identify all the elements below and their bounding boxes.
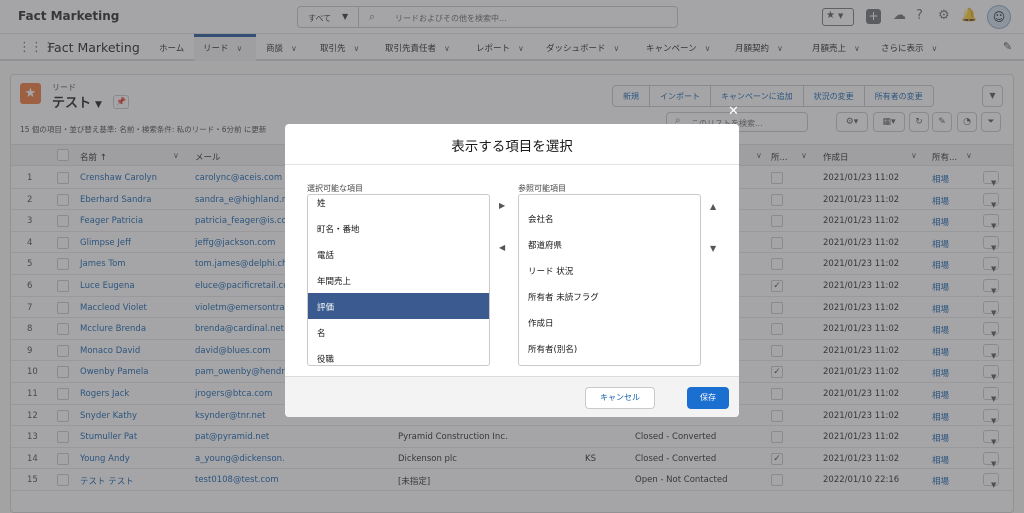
move-down-button[interactable]: ▼ [710, 244, 716, 253]
visible-option[interactable]: 所有者(別名) [519, 335, 700, 361]
move-left-button[interactable]: ◀ [499, 243, 505, 252]
move-right-button[interactable]: ▶ [499, 201, 505, 210]
visible-option[interactable]: 都道府県 [519, 231, 700, 257]
modal-header: 表示する項目を選択 [285, 124, 739, 165]
modal-title: 表示する項目を選択 [451, 139, 573, 155]
close-icon[interactable]: ✕ [728, 104, 739, 119]
save-button[interactable]: 保存 [687, 387, 729, 409]
available-option[interactable]: 町名・番地 [308, 215, 489, 241]
visible-fields-list[interactable]: 会社名 都道府県 リード 状況 所有者 未読フラグ 作成日 所有者(別名) [518, 194, 701, 366]
modal-footer [285, 376, 739, 417]
available-fields-label: 選択可能な項目 [307, 184, 363, 193]
column-picker-modal: 表示する項目を選択 選択可能な項目 姓 町名・番地 電話 年間売上 評価 名 役… [285, 124, 739, 417]
available-option[interactable]: 役職 [308, 345, 489, 365]
available-option[interactable]: 姓 [308, 195, 489, 215]
visible-option[interactable]: 所有者 未読フラグ [519, 283, 700, 309]
cancel-button[interactable]: キャンセル [585, 387, 655, 409]
visible-option[interactable]: 作成日 [519, 309, 700, 335]
available-option-selected[interactable]: 評価 [308, 293, 489, 319]
visible-option[interactable]: 会社名 [519, 205, 700, 231]
available-option[interactable]: 名 [308, 319, 489, 345]
move-up-button[interactable]: ▲ [710, 202, 716, 211]
visible-fields-label: 参照可能項目 [518, 184, 566, 193]
visible-option[interactable]: リード 状況 [519, 257, 700, 283]
available-option[interactable]: 電話 [308, 241, 489, 267]
available-fields-list[interactable]: 姓 町名・番地 電話 年間売上 評価 名 役職 [307, 194, 490, 366]
available-option[interactable]: 年間売上 [308, 267, 489, 293]
